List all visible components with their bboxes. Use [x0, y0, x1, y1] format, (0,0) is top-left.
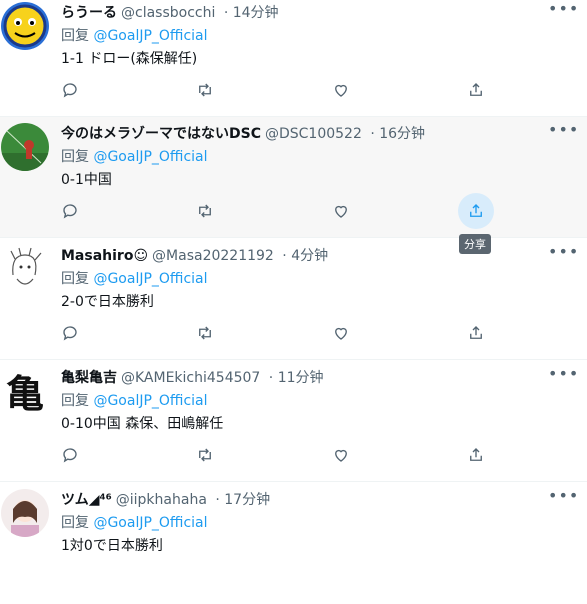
tweet-item[interactable]: Masahiro☺ @Masa20221192 · 4分钟 ••• 回复 @Goa… — [0, 239, 587, 360]
tweet-header: ツム◢⁴⁶ @iipkhahaha · 17分钟 — [61, 492, 271, 508]
tweet-header: 今のはメラゾーマではないDSC @DSC100522 · 16分钟 — [61, 126, 426, 142]
reply-icon[interactable] — [52, 193, 88, 229]
avatar[interactable] — [1, 489, 49, 537]
tweet-actions — [0, 193, 587, 231]
user-handle[interactable]: @DSC100522 — [265, 126, 362, 142]
retweet-icon[interactable] — [187, 315, 223, 351]
retweet-icon[interactable] — [187, 193, 223, 229]
tweet-text: 0-1中国 — [61, 172, 112, 188]
mention-link[interactable]: @GoalJP_Official — [93, 149, 207, 165]
tweet-time[interactable]: 17分钟 — [224, 492, 270, 508]
tweet-actions — [0, 437, 587, 475]
avatar[interactable] — [1, 245, 49, 293]
more-options-icon[interactable]: ••• — [548, 244, 578, 265]
reply-context: 回复 @GoalJP_Official — [61, 513, 208, 533]
mention-link[interactable]: @GoalJP_Official — [93, 28, 207, 44]
mention-link[interactable]: @GoalJP_Official — [93, 271, 207, 287]
user-name[interactable]: 亀梨亀吉 — [61, 370, 117, 386]
tweet-header: Masahiro☺ @Masa20221192 · 4分钟 — [61, 248, 329, 264]
reply-context: 回复 @GoalJP_Official — [61, 147, 208, 167]
user-handle[interactable]: @classbocchi — [121, 5, 215, 21]
like-icon[interactable] — [323, 437, 359, 473]
tweet-time[interactable]: 16分钟 — [379, 126, 425, 142]
reply-icon[interactable] — [52, 72, 88, 108]
reply-prefix: 回复 — [61, 393, 89, 409]
user-handle[interactable]: @KAMEkichi454507 — [121, 370, 260, 386]
tweet-item[interactable]: ツム◢⁴⁶ @iipkhahaha · 17分钟 ••• 回复 @GoalJP_O… — [0, 483, 587, 604]
like-icon[interactable] — [323, 315, 359, 351]
reply-prefix: 回复 — [61, 28, 89, 44]
reply-prefix: 回复 — [61, 515, 89, 531]
tweet-actions — [0, 72, 587, 110]
reply-context: 回复 @GoalJP_Official — [61, 269, 208, 289]
retweet-icon[interactable] — [187, 72, 223, 108]
tweet-text: 1対0で日本勝利 — [61, 538, 163, 554]
share-icon[interactable] — [458, 437, 494, 473]
like-icon[interactable] — [323, 193, 359, 229]
more-options-icon[interactable]: ••• — [548, 1, 578, 22]
tweet-header: 亀梨亀吉 @KAMEkichi454507 · 11分钟 — [61, 370, 324, 386]
tweet-actions — [0, 315, 587, 353]
tweet-text: 1-1 ドロー(森保解任) — [61, 51, 198, 67]
user-name[interactable]: ツム◢⁴⁶ — [61, 492, 112, 508]
share-icon[interactable] — [458, 193, 494, 229]
tweet-item[interactable]: 今のはメラゾーマではないDSC @DSC100522 · 16分钟 ••• 回复 … — [0, 117, 587, 254]
reply-context: 回复 @GoalJP_Official — [61, 391, 208, 411]
tweet-time[interactable]: 11分钟 — [278, 370, 324, 386]
like-icon[interactable] — [323, 72, 359, 108]
reply-icon[interactable] — [52, 437, 88, 473]
user-name[interactable]: 今のはメラゾーマではないDSC — [61, 126, 261, 142]
user-name[interactable]: らうーる — [61, 5, 117, 21]
tweet-item[interactable]: 亀 亀梨亀吉 @KAMEkichi454507 · 11分钟 ••• 回复 @Go… — [0, 361, 587, 482]
reply-context: 回复 @GoalJP_Official — [61, 26, 208, 46]
reply-icon[interactable] — [52, 315, 88, 351]
more-options-icon[interactable]: ••• — [548, 488, 578, 509]
tweet-time[interactable]: 4分钟 — [291, 248, 328, 264]
mention-link[interactable]: @GoalJP_Official — [93, 393, 207, 409]
tweet-text: 0-10中国 森保、田嶋解任 — [61, 416, 224, 432]
svg-text:亀: 亀 — [6, 372, 44, 415]
avatar[interactable] — [1, 2, 49, 50]
tweet-item[interactable]: らうーる @classbocchi · 14分钟 ••• 回复 @GoalJP_O… — [0, 0, 587, 117]
more-options-icon[interactable]: ••• — [548, 122, 578, 143]
avatar[interactable] — [1, 123, 49, 171]
more-options-icon[interactable]: ••• — [548, 366, 578, 387]
user-name[interactable]: Masahiro☺ — [61, 248, 148, 264]
mention-link[interactable]: @GoalJP_Official — [93, 515, 207, 531]
avatar[interactable]: 亀 — [1, 367, 49, 415]
user-handle[interactable]: @Masa20221192 — [152, 248, 274, 264]
tweet-time[interactable]: 14分钟 — [233, 5, 279, 21]
reply-prefix: 回复 — [61, 149, 89, 165]
user-handle[interactable]: @iipkhahaha — [116, 492, 207, 508]
reply-prefix: 回复 — [61, 271, 89, 287]
tweet-text: 2-0で日本勝利 — [61, 294, 154, 310]
tweet-header: らうーる @classbocchi · 14分钟 — [61, 5, 279, 21]
retweet-icon[interactable] — [187, 437, 223, 473]
share-icon[interactable] — [458, 315, 494, 351]
tweet-feed: らうーる @classbocchi · 14分钟 ••• 回复 @GoalJP_O… — [0, 0, 587, 561]
share-icon[interactable] — [458, 72, 494, 108]
